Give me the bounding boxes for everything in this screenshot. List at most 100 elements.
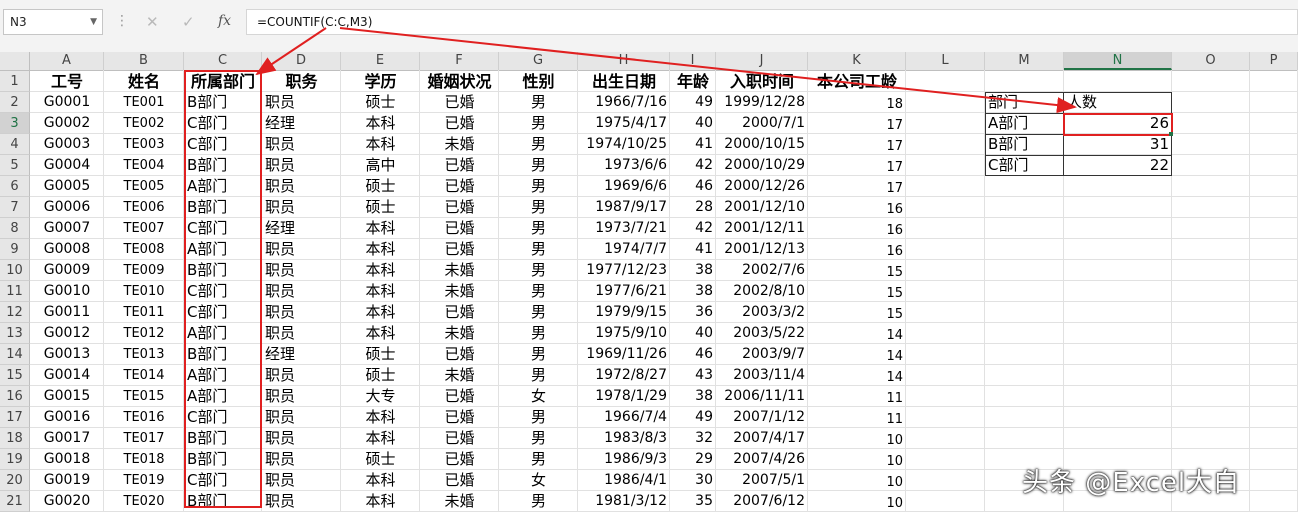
cell-e21[interactable]: 本科 (341, 491, 420, 512)
cell-j6[interactable]: 2000/12/26 (716, 176, 808, 197)
cell-d19[interactable]: 职员 (262, 449, 341, 470)
row-header-14[interactable]: 14 (0, 344, 30, 365)
cell-g9[interactable]: 男 (499, 239, 578, 260)
cell-e4[interactable]: 本科 (341, 134, 420, 155)
cell-e5[interactable]: 高中 (341, 155, 420, 176)
column-header-k[interactable]: K (808, 52, 906, 70)
cell-d20[interactable]: 职员 (262, 470, 341, 491)
cell-e10[interactable]: 本科 (341, 260, 420, 281)
cell-c14[interactable]: B部门 (184, 344, 262, 365)
cell-k17[interactable]: 11 (808, 409, 906, 430)
column-header-o[interactable]: O (1172, 52, 1250, 70)
summary-count-2[interactable]: 22 (1064, 155, 1172, 176)
cell-h18[interactable]: 1983/8/3 (578, 428, 670, 449)
header-cell-k[interactable]: 本公司工龄 (808, 71, 906, 92)
cell-i15[interactable]: 43 (670, 365, 716, 386)
cell-e9[interactable]: 本科 (341, 239, 420, 260)
summary-dept-0[interactable]: A部门 (985, 113, 1064, 134)
cell-e11[interactable]: 本科 (341, 281, 420, 302)
cell-d7[interactable]: 职员 (262, 197, 341, 218)
cell-d15[interactable]: 职员 (262, 365, 341, 386)
cell-a10[interactable]: G0009 (30, 260, 104, 281)
cell-c5[interactable]: B部门 (184, 155, 262, 176)
column-header-l[interactable]: L (906, 52, 985, 70)
cell-e12[interactable]: 本科 (341, 302, 420, 323)
cell-k4[interactable]: 17 (808, 136, 906, 157)
cell-e7[interactable]: 硕士 (341, 197, 420, 218)
cell-a18[interactable]: G0017 (30, 428, 104, 449)
cell-g5[interactable]: 男 (499, 155, 578, 176)
cell-g13[interactable]: 男 (499, 323, 578, 344)
column-header-b[interactable]: B (104, 52, 184, 70)
cell-c13[interactable]: A部门 (184, 323, 262, 344)
cell-c19[interactable]: B部门 (184, 449, 262, 470)
cell-f14[interactable]: 已婚 (420, 344, 499, 365)
cell-d16[interactable]: 职员 (262, 386, 341, 407)
header-cell-e[interactable]: 学历 (341, 71, 420, 92)
header-cell-a[interactable]: 工号 (30, 71, 104, 92)
cell-i8[interactable]: 42 (670, 218, 716, 239)
cell-g6[interactable]: 男 (499, 176, 578, 197)
cell-f18[interactable]: 已婚 (420, 428, 499, 449)
cell-d11[interactable]: 职员 (262, 281, 341, 302)
cell-k15[interactable]: 14 (808, 367, 906, 388)
cell-f21[interactable]: 未婚 (420, 491, 499, 512)
cell-d3[interactable]: 经理 (262, 113, 341, 134)
cell-h19[interactable]: 1986/9/3 (578, 449, 670, 470)
cell-g16[interactable]: 女 (499, 386, 578, 407)
cell-c21[interactable]: B部门 (184, 491, 262, 512)
row-header-18[interactable]: 18 (0, 428, 30, 449)
cell-j8[interactable]: 2001/12/11 (716, 218, 808, 239)
cell-g10[interactable]: 男 (499, 260, 578, 281)
cell-g4[interactable]: 男 (499, 134, 578, 155)
header-cell-c[interactable]: 所属部门 (184, 71, 262, 92)
cell-b11[interactable]: TE010 (104, 281, 184, 302)
cell-f7[interactable]: 已婚 (420, 197, 499, 218)
column-header-d[interactable]: D (262, 52, 341, 70)
cell-k2[interactable]: 18 (808, 94, 906, 115)
enter-icon[interactable]: ✓ (182, 13, 195, 31)
cell-c20[interactable]: C部门 (184, 470, 262, 491)
row-header-1[interactable]: 1 (0, 71, 30, 92)
column-header-i[interactable]: I (670, 52, 716, 70)
summary-dept-1[interactable]: B部门 (985, 134, 1064, 155)
cell-b2[interactable]: TE001 (104, 92, 184, 113)
cell-d10[interactable]: 职员 (262, 260, 341, 281)
cell-j11[interactable]: 2002/8/10 (716, 281, 808, 302)
cell-k14[interactable]: 14 (808, 346, 906, 367)
cell-g21[interactable]: 男 (499, 491, 578, 512)
cell-i6[interactable]: 46 (670, 176, 716, 197)
cancel-icon[interactable]: ✕ (146, 13, 159, 31)
cell-a7[interactable]: G0006 (30, 197, 104, 218)
cell-i4[interactable]: 41 (670, 134, 716, 155)
cell-i11[interactable]: 38 (670, 281, 716, 302)
cell-c9[interactable]: A部门 (184, 239, 262, 260)
cell-d5[interactable]: 职员 (262, 155, 341, 176)
chevron-down-icon[interactable]: ▼ (90, 10, 97, 34)
cell-e20[interactable]: 本科 (341, 470, 420, 491)
cell-b5[interactable]: TE004 (104, 155, 184, 176)
summary-count-0[interactable]: 26 (1064, 113, 1172, 134)
cell-k12[interactable]: 15 (808, 304, 906, 325)
cell-j13[interactable]: 2003/5/22 (716, 323, 808, 344)
cell-a20[interactable]: G0019 (30, 470, 104, 491)
cell-k19[interactable]: 10 (808, 451, 906, 472)
cell-g3[interactable]: 男 (499, 113, 578, 134)
cell-a5[interactable]: G0004 (30, 155, 104, 176)
cell-f15[interactable]: 未婚 (420, 365, 499, 386)
cell-h2[interactable]: 1966/7/16 (578, 92, 670, 113)
cell-h11[interactable]: 1977/6/21 (578, 281, 670, 302)
row-header-2[interactable]: 2 (0, 92, 30, 113)
cell-h16[interactable]: 1978/1/29 (578, 386, 670, 407)
cell-g11[interactable]: 男 (499, 281, 578, 302)
column-header-p[interactable]: P (1250, 52, 1298, 70)
cell-b18[interactable]: TE017 (104, 428, 184, 449)
row-header-11[interactable]: 11 (0, 281, 30, 302)
cell-b20[interactable]: TE019 (104, 470, 184, 491)
cell-k3[interactable]: 17 (808, 115, 906, 136)
cell-e15[interactable]: 硕士 (341, 365, 420, 386)
cell-b9[interactable]: TE008 (104, 239, 184, 260)
cell-h7[interactable]: 1987/9/17 (578, 197, 670, 218)
cell-b21[interactable]: TE020 (104, 491, 184, 512)
row-header-13[interactable]: 13 (0, 323, 30, 344)
